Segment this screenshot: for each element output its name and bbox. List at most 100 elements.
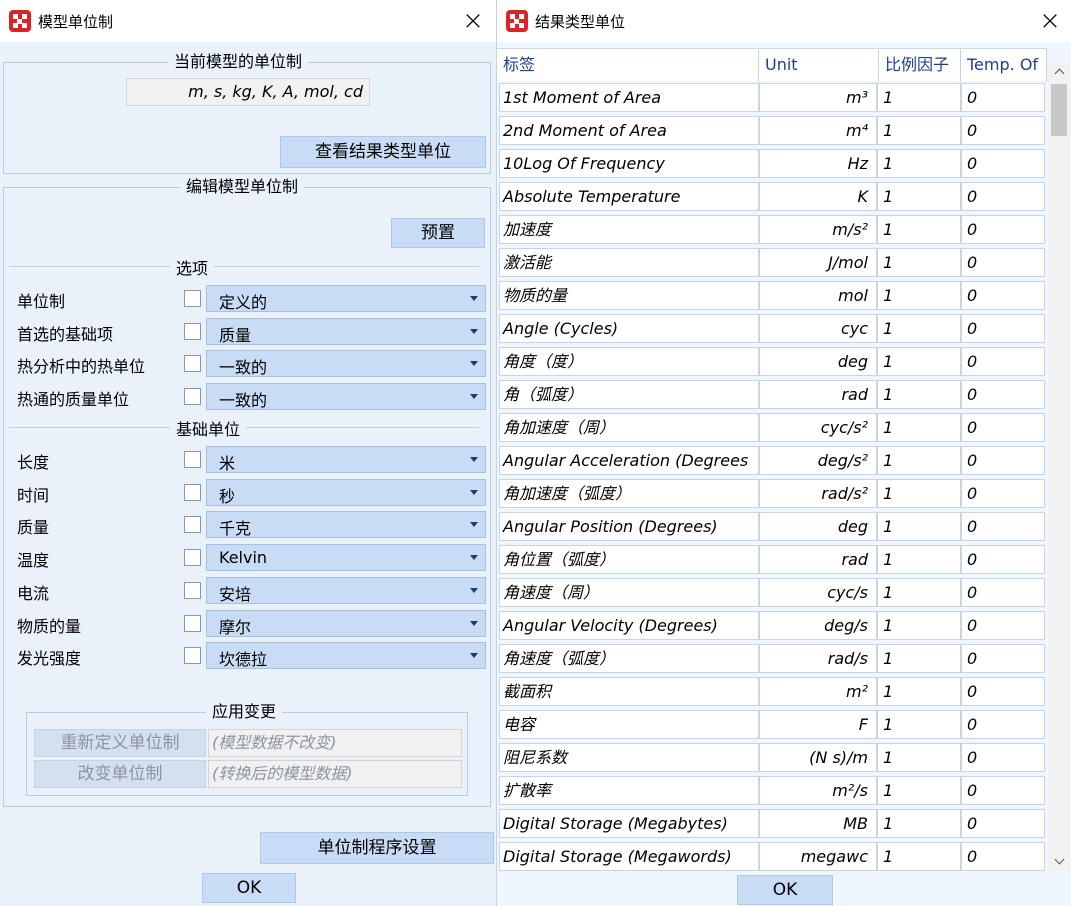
unit-dropdown[interactable]: 安培: [206, 576, 486, 604]
cell-scale[interactable]: 1: [877, 314, 961, 343]
ok-button[interactable]: OK: [737, 875, 833, 905]
table-row[interactable]: 1st Moment of Area m³ 1 0: [497, 81, 1047, 114]
cell-offset[interactable]: 0: [961, 347, 1045, 376]
unit-dropdown[interactable]: 一致的: [206, 350, 486, 377]
cell-offset[interactable]: 0: [961, 248, 1045, 277]
cell-offset[interactable]: 0: [961, 281, 1045, 310]
cell-unit[interactable]: rad: [759, 545, 877, 574]
cell-scale[interactable]: 1: [877, 182, 961, 211]
cell-offset[interactable]: 0: [961, 578, 1045, 607]
cell-unit[interactable]: megawc: [759, 842, 877, 871]
cell-offset[interactable]: 0: [961, 83, 1045, 112]
cell-offset[interactable]: 0: [961, 512, 1045, 541]
cell-scale[interactable]: 1: [877, 842, 961, 871]
cell-scale[interactable]: 1: [877, 347, 961, 376]
cell-label[interactable]: 2nd Moment of Area: [499, 116, 759, 145]
cell-offset[interactable]: 0: [961, 479, 1045, 508]
override-checkbox[interactable]: [184, 614, 201, 632]
cell-scale[interactable]: 1: [877, 512, 961, 541]
cell-offset[interactable]: 0: [961, 314, 1045, 343]
cell-label[interactable]: 角位置（弧度）: [499, 545, 759, 574]
cell-label[interactable]: 截面积: [499, 677, 759, 706]
scroll-down-icon[interactable]: [1048, 852, 1070, 870]
cell-unit[interactable]: m²: [759, 677, 877, 706]
cell-scale[interactable]: 1: [877, 281, 961, 310]
chevron-down-icon[interactable]: [463, 384, 485, 409]
table-row[interactable]: 电容 F 1 0: [497, 708, 1047, 741]
cell-unit[interactable]: rad/s²: [759, 479, 877, 508]
override-checkbox[interactable]: [184, 581, 201, 599]
cell-offset[interactable]: 0: [961, 545, 1045, 574]
table-row[interactable]: 角速度（弧度） rad/s 1 0: [497, 642, 1047, 675]
cell-label[interactable]: 加速度: [499, 215, 759, 244]
cell-offset[interactable]: 0: [961, 413, 1045, 442]
cell-offset[interactable]: 0: [961, 710, 1045, 739]
cell-unit[interactable]: rad/s: [759, 644, 877, 673]
cell-offset[interactable]: 0: [961, 149, 1045, 178]
table-row[interactable]: Digital Storage (Megawords) megawc 1 0: [497, 840, 1047, 873]
cell-scale[interactable]: 1: [877, 644, 961, 673]
cell-label[interactable]: Absolute Temperature: [499, 182, 759, 211]
cell-offset[interactable]: 0: [961, 842, 1045, 871]
cell-label[interactable]: Angular Velocity (Degrees): [499, 611, 759, 640]
table-row[interactable]: Angular Acceleration (Degrees deg/s² 1 0: [497, 444, 1047, 477]
cell-unit[interactable]: (N s)/m: [759, 743, 877, 772]
table-row[interactable]: 加速度 m/s² 1 0: [497, 213, 1047, 246]
cell-label[interactable]: 角速度（周）: [499, 578, 759, 607]
table-row[interactable]: 角速度（周） cyc/s 1 0: [497, 576, 1047, 609]
cell-scale[interactable]: 1: [877, 776, 961, 805]
cell-unit[interactable]: deg: [759, 512, 877, 541]
cell-scale[interactable]: 1: [877, 545, 961, 574]
table-row[interactable]: 激活能 J/mol 1 0: [497, 246, 1047, 279]
unit-dropdown[interactable]: 定义的: [206, 285, 486, 312]
override-checkbox[interactable]: [184, 322, 201, 340]
close-icon[interactable]: ×: [456, 6, 490, 36]
redefine-units-button[interactable]: 重新定义单位制: [34, 729, 206, 757]
override-checkbox[interactable]: [184, 483, 201, 501]
cell-label[interactable]: 激活能: [499, 248, 759, 277]
cell-unit[interactable]: F: [759, 710, 877, 739]
table-row[interactable]: 截面积 m² 1 0: [497, 675, 1047, 708]
chevron-down-icon[interactable]: [463, 447, 485, 472]
cell-unit[interactable]: Hz: [759, 149, 877, 178]
table-row[interactable]: Absolute Temperature K 1 0: [497, 180, 1047, 213]
override-checkbox[interactable]: [184, 549, 201, 567]
cell-unit[interactable]: m³: [759, 83, 877, 112]
chevron-down-icon[interactable]: [463, 319, 485, 344]
vertical-scrollbar[interactable]: [1048, 62, 1070, 870]
cell-scale[interactable]: 1: [877, 578, 961, 607]
cell-scale[interactable]: 1: [877, 248, 961, 277]
cell-label[interactable]: 角加速度（弧度）: [499, 479, 759, 508]
cell-scale[interactable]: 1: [877, 83, 961, 112]
cell-unit[interactable]: rad: [759, 380, 877, 409]
cell-unit[interactable]: MB: [759, 809, 877, 838]
cell-unit[interactable]: m/s²: [759, 215, 877, 244]
cell-label[interactable]: 角加速度（周）: [499, 413, 759, 442]
unit-dropdown[interactable]: Kelvin: [206, 544, 486, 572]
override-checkbox[interactable]: [184, 355, 201, 372]
cell-scale[interactable]: 1: [877, 677, 961, 706]
cell-label[interactable]: Digital Storage (Megawords): [499, 842, 759, 871]
cell-label[interactable]: 电容: [499, 710, 759, 739]
table-row[interactable]: Angle (Cycles) cyc 1 0: [497, 312, 1047, 345]
cell-label[interactable]: 阻尼系数: [499, 743, 759, 772]
table-row[interactable]: 角（弧度） rad 1 0: [497, 378, 1047, 411]
change-units-button[interactable]: 改变单位制: [34, 760, 206, 788]
cell-unit[interactable]: mol: [759, 281, 877, 310]
cell-unit[interactable]: cyc: [759, 314, 877, 343]
cell-label[interactable]: 角速度（弧度）: [499, 644, 759, 673]
ok-button[interactable]: OK: [202, 873, 296, 903]
table-row[interactable]: Angular Velocity (Degrees) deg/s 1 0: [497, 609, 1047, 642]
cell-offset[interactable]: 0: [961, 611, 1045, 640]
chevron-down-icon[interactable]: [463, 643, 485, 668]
cell-unit[interactable]: deg/s: [759, 611, 877, 640]
cell-offset[interactable]: 0: [961, 809, 1045, 838]
unit-dropdown[interactable]: 米: [206, 446, 486, 473]
cell-offset[interactable]: 0: [961, 182, 1045, 211]
table-row[interactable]: 物质的量 mol 1 0: [497, 279, 1047, 312]
override-checkbox[interactable]: [184, 516, 201, 534]
cell-offset[interactable]: 0: [961, 644, 1045, 673]
column-header-label[interactable]: 标签: [497, 49, 759, 82]
cell-label[interactable]: Angular Acceleration (Degrees: [499, 446, 759, 475]
cell-unit[interactable]: m²/s: [759, 776, 877, 805]
